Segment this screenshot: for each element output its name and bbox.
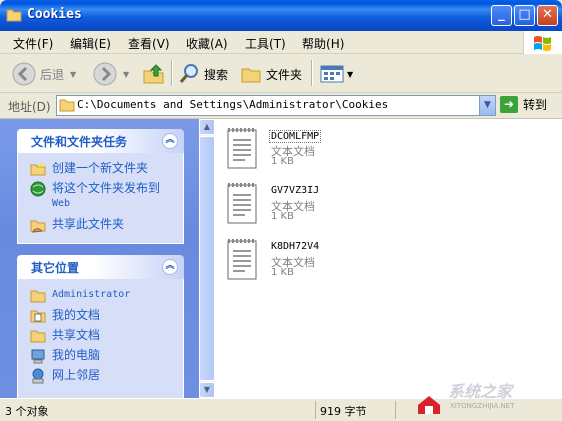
maximize-button[interactable]: □ <box>514 5 535 26</box>
forward-button[interactable]: ▼ <box>93 62 129 86</box>
publish-web-icon <box>30 181 46 197</box>
toolbar-separator <box>171 60 173 86</box>
place-my-computer[interactable]: 我的电脑 <box>30 348 100 364</box>
status-object-count: 3 个对象 <box>5 405 49 418</box>
file-item[interactable]: DCOMLFMP 文本文档 1 KB <box>225 124 425 174</box>
forward-arrow-icon <box>93 62 117 86</box>
address-label: 地址(D) <box>8 100 51 114</box>
watermark-logo: 系统之家 XITONGZHIJIA.NET <box>398 378 558 418</box>
views-icon <box>320 65 344 83</box>
toolbar: 后退 ▼ ▼ 搜索 文件夹 ▼ <box>0 54 562 93</box>
place-my-documents[interactable]: 我的文档 <box>30 308 100 324</box>
left-pane-scrollbar[interactable]: ▲ ▼ <box>199 119 215 398</box>
explorer-window: Cookies _ □ ✕ 文件(F) 编辑(E) 查看(V) 收藏(A) 工具… <box>0 0 562 421</box>
close-button[interactable]: ✕ <box>537 5 558 26</box>
scroll-thumb[interactable] <box>199 136 215 381</box>
back-button[interactable]: 后退 ▼ <box>12 62 76 86</box>
minimize-button[interactable]: _ <box>491 5 512 26</box>
scroll-up-icon[interactable]: ▲ <box>199 119 215 135</box>
folder-icon <box>59 99 75 112</box>
file-tasks-header[interactable]: 文件和文件夹任务 ︽ <box>17 129 184 153</box>
folders-button[interactable]: 文件夹 <box>240 62 302 86</box>
menu-edit[interactable]: 编辑(E) <box>70 35 111 52</box>
address-path: C:\Documents and Settings\Administrator\… <box>77 98 389 111</box>
house-logo-icon <box>418 396 440 414</box>
menu-favorites[interactable]: 收藏(A) <box>186 35 228 52</box>
go-arrow-icon: ➜ <box>500 96 518 113</box>
task-new-folder[interactable]: 创建一个新文件夹 <box>30 161 148 177</box>
shared-documents-icon <box>30 330 46 343</box>
my-computer-icon <box>31 349 45 364</box>
place-administrator[interactable]: Administrator <box>30 288 130 304</box>
task-publish-web[interactable]: 将这个文件夹发布到 Web <box>30 181 160 211</box>
back-arrow-icon <box>12 62 36 86</box>
go-button[interactable]: ➜ 转到 <box>500 96 547 113</box>
status-size: 919 字节 <box>320 405 367 418</box>
collapse-icon[interactable]: ︽ <box>162 133 178 149</box>
text-document-icon <box>227 128 257 169</box>
address-dropdown-icon[interactable]: ▼ <box>479 96 495 115</box>
forward-dropdown-icon[interactable]: ▼ <box>123 70 129 79</box>
my-documents-icon <box>30 310 46 323</box>
place-network[interactable]: 网上邻居 <box>30 368 100 384</box>
menu-view[interactable]: 查看(V) <box>128 35 170 52</box>
file-item[interactable]: K8DH72V4 文本文档 1 KB <box>225 235 425 285</box>
new-folder-icon <box>30 162 46 176</box>
task-pane: 文件和文件夹任务 ︽ 创建一个新文件夹 将这个文件夹发布到 Web 共享此文件夹… <box>0 119 199 399</box>
menu-tools[interactable]: 工具(T) <box>245 35 286 52</box>
share-folder-icon <box>30 220 46 233</box>
network-places-icon <box>32 368 44 384</box>
back-dropdown-icon[interactable]: ▼ <box>70 70 76 79</box>
other-places-header[interactable]: 其它位置 ︽ <box>17 255 184 279</box>
menu-file[interactable]: 文件(F) <box>13 35 53 52</box>
title-bar[interactable]: Cookies _ □ ✕ <box>0 0 562 31</box>
text-document-icon <box>227 183 257 224</box>
address-bar: 地址(D) C:\Documents and Settings\Administ… <box>0 93 562 119</box>
place-shared-documents[interactable]: 共享文档 <box>30 328 100 344</box>
toolbar-separator <box>311 60 313 86</box>
other-places-panel: 其它位置 ︽ Administrator 我的文档 共享文档 我的电脑 网上邻居 <box>17 255 184 399</box>
menu-help[interactable]: 帮助(H) <box>302 35 344 52</box>
folder-icon <box>6 9 22 22</box>
file-tasks-panel: 文件和文件夹任务 ︽ 创建一个新文件夹 将这个文件夹发布到 Web 共享此文件夹 <box>17 129 184 244</box>
address-input[interactable]: C:\Documents and Settings\Administrator\… <box>56 95 496 116</box>
windows-logo-icon <box>523 31 562 56</box>
views-button[interactable]: ▼ <box>320 62 353 86</box>
collapse-icon[interactable]: ︽ <box>162 259 178 275</box>
up-folder-button[interactable] <box>142 62 166 86</box>
text-document-icon <box>227 239 257 280</box>
task-share-folder[interactable]: 共享此文件夹 <box>30 217 124 233</box>
search-icon <box>179 64 198 83</box>
folder-icon <box>30 290 46 303</box>
folders-icon <box>241 68 261 83</box>
file-item[interactable]: GV7VZ3IJ 文本文档 1 KB <box>225 179 425 229</box>
up-folder-icon <box>143 64 164 84</box>
views-dropdown-icon[interactable]: ▼ <box>347 70 353 79</box>
search-button[interactable]: 搜索 <box>178 62 228 86</box>
scroll-down-icon[interactable]: ▼ <box>199 382 215 398</box>
file-list: DCOMLFMP 文本文档 1 KB GV7VZ3IJ 文本文档 1 KB K8… <box>215 119 562 398</box>
menu-bar: 文件(F) 编辑(E) 查看(V) 收藏(A) 工具(T) 帮助(H) <box>0 31 562 54</box>
window-title: Cookies <box>27 7 82 22</box>
